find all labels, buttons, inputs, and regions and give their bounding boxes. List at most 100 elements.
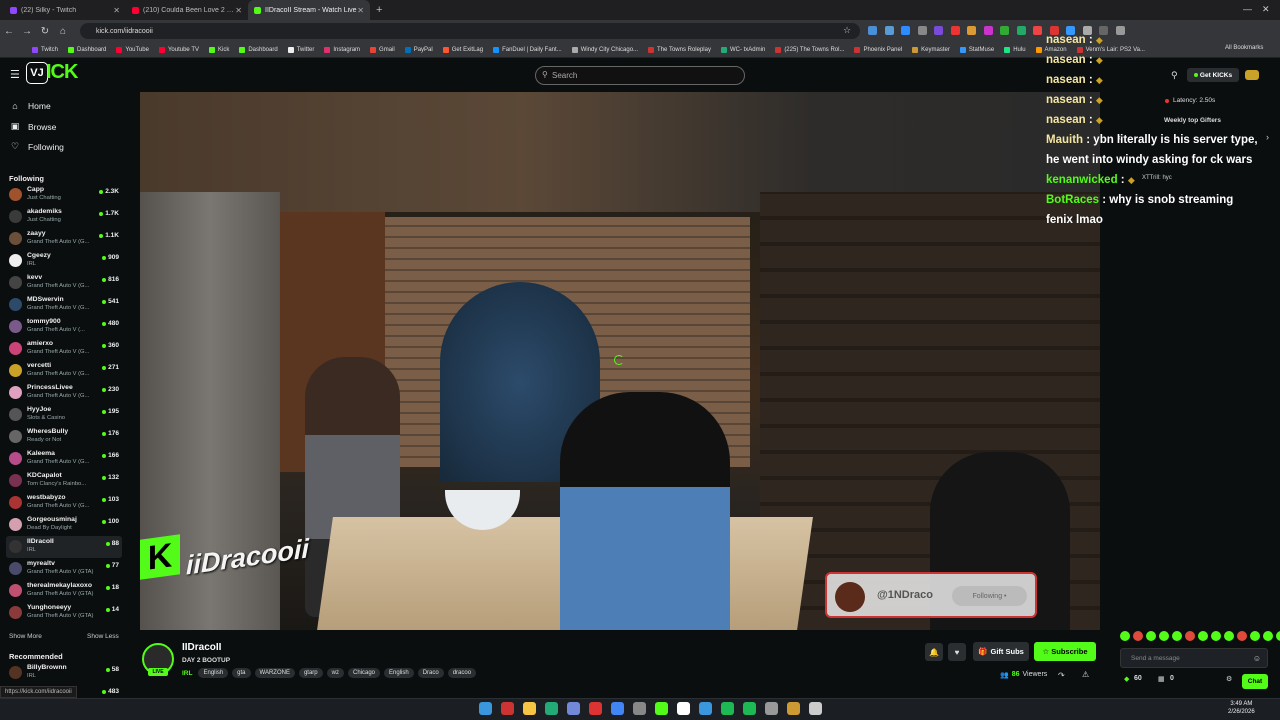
bookmark-item[interactable]: YouTube <box>116 46 149 53</box>
show-less-button[interactable]: Show Less <box>87 633 119 640</box>
channel-row[interactable]: zaayy Grand Theft Auto V (G... 1.1K <box>6 228 122 250</box>
bookmark-item[interactable]: PayPal <box>404 46 433 53</box>
extension-icon[interactable] <box>1016 26 1026 35</box>
extension-icon[interactable] <box>1033 26 1042 35</box>
channel-row[interactable]: tommy900 Grand Theft Auto V (... 480 <box>6 316 122 338</box>
taskbar-app-icon[interactable] <box>479 702 492 715</box>
menu-icon[interactable]: ☰ <box>10 68 20 81</box>
emote-icon[interactable] <box>1198 631 1208 641</box>
extension-icon[interactable] <box>983 26 993 35</box>
bookmark-item[interactable]: The Towns Roleplay <box>648 46 711 53</box>
browser-tab[interactable]: IIDracoII Stream - Watch Live ✕ <box>248 0 370 20</box>
channel-row[interactable]: Yunghoneeyy Grand Theft Auto V (GTA) 14 <box>6 602 122 624</box>
taskbar-app-icon[interactable] <box>501 702 514 715</box>
channel-row[interactable]: Cgeezy IRL 909 <box>6 250 122 272</box>
channel-row[interactable]: amierxo Grand Theft Auto V (G... 360 <box>6 338 122 360</box>
emote-icon[interactable] <box>1250 631 1260 641</box>
bookmark-item[interactable]: Twitter <box>287 46 314 53</box>
stream-tag[interactable]: English <box>198 668 229 678</box>
channel-row[interactable]: WheresBully Ready or Not 176 <box>6 426 122 448</box>
extension-icon[interactable] <box>1000 26 1009 35</box>
extension-icon[interactable] <box>868 26 877 35</box>
channel-row[interactable]: therealmekaylaxoxo Grand Theft Auto V (GT… <box>6 580 122 602</box>
stream-tag[interactable]: gta <box>232 668 251 678</box>
kick-logo[interactable]: VJ ICK <box>26 61 78 84</box>
bookmark-star-icon[interactable]: ☆ <box>843 25 851 36</box>
taskbar-app-icon[interactable] <box>633 702 646 715</box>
taskbar-app-icon[interactable] <box>589 702 602 715</box>
chat-username[interactable]: nasean <box>1046 54 1086 66</box>
new-tab-button[interactable]: + <box>370 4 388 16</box>
stream-tag[interactable]: WARZONE <box>254 668 295 678</box>
channel-row[interactable]: Capp Just Chatting 2.3K <box>6 184 122 206</box>
emote-icon[interactable] <box>1172 631 1182 641</box>
channel-row[interactable]: IIDracoII IRL 88 <box>6 536 122 558</box>
emote-icon[interactable] <box>1146 631 1156 641</box>
reload-icon[interactable]: ↻ <box>36 26 54 37</box>
bookmark-item[interactable]: Windy City Chicago... <box>571 46 638 53</box>
nav-following[interactable]: ♡ Following <box>10 141 64 152</box>
bookmark-item[interactable]: Kick <box>208 46 229 53</box>
tab-close-icon[interactable]: ✕ <box>113 6 120 15</box>
stream-tag[interactable]: wz <box>326 668 344 678</box>
taskbar-app-icon[interactable] <box>787 702 800 715</box>
chat-username[interactable]: nasean <box>1046 34 1086 46</box>
bookmark-item[interactable]: FanDuel | Daily Fant... <box>493 46 562 53</box>
emote-icon[interactable] <box>1185 631 1195 641</box>
stream-tag[interactable]: English <box>384 668 414 678</box>
taskbar-app-icon[interactable] <box>655 702 668 715</box>
subscribe-button[interactable]: ☆ Subscribe <box>1034 642 1096 661</box>
bookmark-item[interactable]: WC- txAdmin <box>720 46 765 53</box>
channel-row[interactable]: kevv Grand Theft Auto V (G... 816 <box>6 272 122 294</box>
channel-row[interactable]: vercetti Grand Theft Auto V (G... 271 <box>6 360 122 382</box>
taskbar-app-icon[interactable] <box>765 702 778 715</box>
chat-settings-icon[interactable]: ⚙ <box>1226 675 1232 683</box>
stream-tag[interactable]: dracoo <box>447 668 477 678</box>
chat-message-input[interactable]: Send a message ☺ <box>1120 648 1268 668</box>
emote-icon[interactable] <box>1211 631 1221 641</box>
bookmark-item[interactable]: Dashboard <box>68 46 106 53</box>
taskbar-app-icon[interactable] <box>523 702 536 715</box>
stream-tag[interactable]: Draco <box>417 668 444 678</box>
channel-row[interactable]: KDCapalot Tom Clancy's Rainbo... 132 <box>6 470 122 492</box>
emote-icon[interactable] <box>1133 631 1143 641</box>
taskbar-app-icon[interactable] <box>721 702 734 715</box>
close-window-icon[interactable]: ✕ <box>1262 4 1270 15</box>
chat-username[interactable]: Mauith <box>1046 134 1083 146</box>
taskbar-app-icon[interactable] <box>611 702 624 715</box>
emoji-icon[interactable]: ☺ <box>1253 654 1261 663</box>
channel-row[interactable]: PrincessLivee Grand Theft Auto V (G... 230 <box>6 382 122 404</box>
extension-icon[interactable] <box>901 26 910 35</box>
channel-row[interactable]: MDSwervin Grand Theft Auto V (G... 541 <box>6 294 122 316</box>
category-link[interactable]: IRL <box>182 670 192 677</box>
bookmark-item[interactable]: Get ExitLag <box>442 46 483 53</box>
tab-close-icon[interactable]: ✕ <box>357 6 364 15</box>
bookmark-item[interactable]: Gmail <box>370 46 395 53</box>
stream-tag[interactable]: Chicago <box>348 668 381 678</box>
extension-icon[interactable] <box>917 26 927 35</box>
channel-row[interactable]: myrealtv Grand Theft Auto V (GTA) 77 <box>6 558 122 580</box>
emote-icon[interactable] <box>1237 631 1247 641</box>
home-browser-icon[interactable]: ⌂ <box>54 26 72 37</box>
nav-home[interactable]: ⌂ Home <box>10 101 50 111</box>
bookmark-item[interactable]: StatMuse <box>959 46 994 53</box>
extension-icon[interactable] <box>934 26 943 35</box>
browser-tab[interactable]: (22) Silky - Twitch ✕ <box>4 0 126 20</box>
video-player[interactable]: K iiDracooii @1NDraco Following • <box>140 92 1100 630</box>
emote-icon[interactable] <box>1159 631 1169 641</box>
stream-tag[interactable]: gtarp <box>298 668 323 678</box>
chat-send-button[interactable]: Chat <box>1242 674 1268 689</box>
forward-icon[interactable]: → <box>18 26 36 37</box>
gift-subs-button[interactable]: 🎁 Gift Subs <box>973 642 1029 661</box>
url-field[interactable]: kick.com/iidracooii <box>80 23 860 39</box>
channel-row[interactable]: westbabyzo Grand Theft Auto V (G... 103 <box>6 492 122 514</box>
chat-username[interactable]: nasean <box>1046 74 1086 86</box>
taskbar-app-icon[interactable] <box>699 702 712 715</box>
channel-row[interactable]: Kaleema Grand Theft Auto V (G... 166 <box>6 448 122 470</box>
follow-heart-icon[interactable]: ♥ <box>948 643 966 661</box>
report-icon[interactable]: ⚠ <box>1082 670 1089 679</box>
bookmark-item[interactable]: Dashboard <box>239 46 278 53</box>
taskbar-app-icon[interactable] <box>567 702 580 715</box>
taskbar-app-icon[interactable] <box>677 702 690 715</box>
taskbar-app-icon[interactable] <box>743 702 756 715</box>
